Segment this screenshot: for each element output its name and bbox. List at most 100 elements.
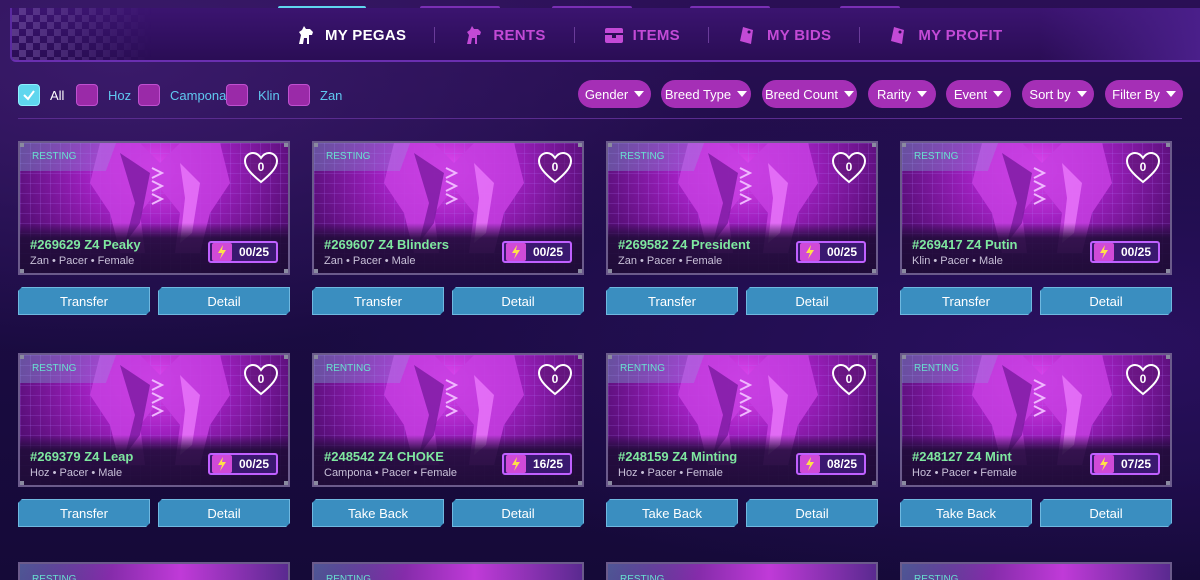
lightning-icon	[212, 243, 232, 261]
pega-card[interactable]: RESTING 0 #269379 Z4 Leap Hoz • Pacer • Mal…	[18, 353, 290, 487]
gender-dropdown[interactable]: Gender	[578, 80, 651, 108]
pega-card[interactable]: RESTING 0 #269582 Z4 President Zan • Pacer …	[606, 141, 878, 275]
filter-by-dropdown[interactable]: Filter By	[1105, 80, 1183, 108]
pega-meta: Zan • Pacer • Female	[30, 255, 135, 267]
event-dropdown[interactable]: Event	[946, 80, 1011, 108]
detail-button[interactable]: Detail	[158, 499, 290, 527]
pega-meta: Campona • Pacer • Female	[324, 467, 458, 479]
breed-count-dropdown[interactable]: Breed Count	[762, 80, 857, 108]
status-badge: RENTING	[314, 564, 424, 580]
horse-icon	[295, 24, 317, 46]
rarity-dropdown[interactable]: Rarity	[868, 80, 936, 108]
detail-button[interactable]: Detail	[452, 287, 584, 315]
like-heart-icon[interactable]: 0	[536, 363, 574, 397]
detail-button[interactable]: Detail	[158, 287, 290, 315]
chevron-down-icon	[737, 91, 748, 97]
checkbox-zan[interactable]: Zan	[288, 84, 342, 106]
horse-icon	[463, 24, 485, 46]
tab-my-pegas[interactable]: MY PEGAS	[267, 18, 434, 52]
checkbox-label: Campona	[170, 87, 227, 103]
pega-card[interactable]: RESTING 0 #269607 Z4 Blinders Zan • Pacer •…	[312, 141, 584, 275]
chest-icon	[603, 24, 625, 46]
detail-button[interactable]: Detail	[1040, 499, 1172, 527]
like-heart-icon[interactable]: 0	[242, 151, 280, 185]
checkbox[interactable]	[288, 84, 310, 106]
breed-type-dropdown[interactable]: Breed Type	[661, 80, 751, 108]
detail-button[interactable]: Detail	[452, 499, 584, 527]
checkbox[interactable]	[138, 84, 160, 106]
pega-card[interactable]: RENTING	[312, 562, 584, 580]
pega-card[interactable]: RESTING 0 #269417 Z4 Putin Klin • Pacer • M…	[900, 141, 1172, 275]
energy-badge: 08/25	[796, 453, 866, 475]
take-back-button[interactable]: Take Back	[312, 499, 444, 527]
checkbox[interactable]	[226, 84, 248, 106]
like-heart-icon[interactable]: 0	[1124, 151, 1162, 185]
card-corner	[578, 269, 582, 273]
tab-items[interactable]: ITEMS	[575, 18, 708, 52]
like-count: 0	[1139, 372, 1147, 386]
energy-value: 00/25	[1120, 245, 1152, 259]
checkbox[interactable]	[18, 84, 40, 106]
checkbox-label: Klin	[258, 87, 280, 103]
pega-card[interactable]: RESTING	[606, 562, 878, 580]
pega-card[interactable]: RESTING	[18, 562, 290, 580]
pega-card[interactable]: RENTING 0 #248127 Z4 Mint Hoz • Pacer • Fem…	[900, 353, 1172, 487]
chevron-down-icon	[916, 91, 927, 97]
checkered-flag-decoration	[12, 8, 152, 60]
pega-card[interactable]: RENTING 0 #248159 Z4 Minting Hoz • Pacer • …	[606, 353, 878, 487]
detail-button[interactable]: Detail	[746, 287, 878, 315]
tab-my-bids[interactable]: MY BIDS	[709, 18, 859, 52]
pega-name: #269607 Z4 Blinders	[324, 237, 450, 252]
like-heart-icon[interactable]: 0	[1124, 363, 1162, 397]
checkbox-klin[interactable]: Klin	[226, 84, 280, 106]
checkbox-campona[interactable]: Campona	[138, 84, 226, 106]
card-corner	[20, 355, 24, 359]
energy-value: 08/25	[826, 457, 858, 471]
detail-button[interactable]: Detail	[746, 499, 878, 527]
like-heart-icon[interactable]: 0	[536, 151, 574, 185]
take-back-button[interactable]: Take Back	[606, 499, 738, 527]
detail-button[interactable]: Detail	[1040, 287, 1172, 315]
lightning-icon	[506, 455, 526, 473]
card-corner	[314, 481, 318, 485]
transfer-button[interactable]: Transfer	[900, 287, 1032, 315]
card-corner	[608, 481, 612, 485]
nav-decoration	[1040, 8, 1200, 60]
tab-rents[interactable]: RENTS	[435, 18, 573, 52]
like-heart-icon[interactable]: 0	[830, 363, 868, 397]
energy-badge: 00/25	[796, 241, 866, 263]
tab-my-profit[interactable]: MY PROFIT	[860, 18, 1030, 52]
card-corner	[608, 143, 612, 147]
card-corner	[284, 355, 288, 359]
like-count: 0	[845, 160, 853, 174]
status-badge: RESTING	[20, 143, 170, 171]
sort-by-dropdown[interactable]: Sort by	[1022, 80, 1094, 108]
status-badge: RENTING	[608, 355, 758, 383]
energy-value: 00/25	[532, 245, 564, 259]
status-badge: RESTING	[902, 564, 1012, 580]
energy-value: 00/25	[238, 245, 270, 259]
like-heart-icon[interactable]: 0	[242, 363, 280, 397]
take-back-button[interactable]: Take Back	[900, 499, 1032, 527]
pega-card[interactable]: RESTING	[900, 562, 1172, 580]
pega-card[interactable]: RENTING 0 #248542 Z4 CHOKE Campona • Pacer …	[312, 353, 584, 487]
checkbox[interactable]	[76, 84, 98, 106]
tag-icon	[888, 24, 910, 46]
status-badge: RENTING	[902, 355, 1052, 383]
transfer-button[interactable]: Transfer	[312, 287, 444, 315]
like-count: 0	[257, 372, 265, 386]
energy-badge: 00/25	[208, 453, 278, 475]
transfer-button[interactable]: Transfer	[18, 499, 150, 527]
card-corner	[284, 481, 288, 485]
transfer-button[interactable]: Transfer	[18, 287, 150, 315]
chevron-down-icon	[1165, 91, 1176, 97]
checkbox-label: All	[50, 87, 65, 103]
checkbox-hoz[interactable]: Hoz	[76, 84, 131, 106]
card-corner	[608, 355, 612, 359]
energy-badge: 00/25	[502, 241, 572, 263]
pega-card[interactable]: RESTING 0 #269629 Z4 Peaky Zan • Pacer • Fe…	[18, 141, 290, 275]
like-heart-icon[interactable]: 0	[830, 151, 868, 185]
transfer-button[interactable]: Transfer	[606, 287, 738, 315]
checkbox-all[interactable]: All	[18, 84, 64, 106]
pega-name: #269417 Z4 Putin	[912, 237, 1018, 252]
